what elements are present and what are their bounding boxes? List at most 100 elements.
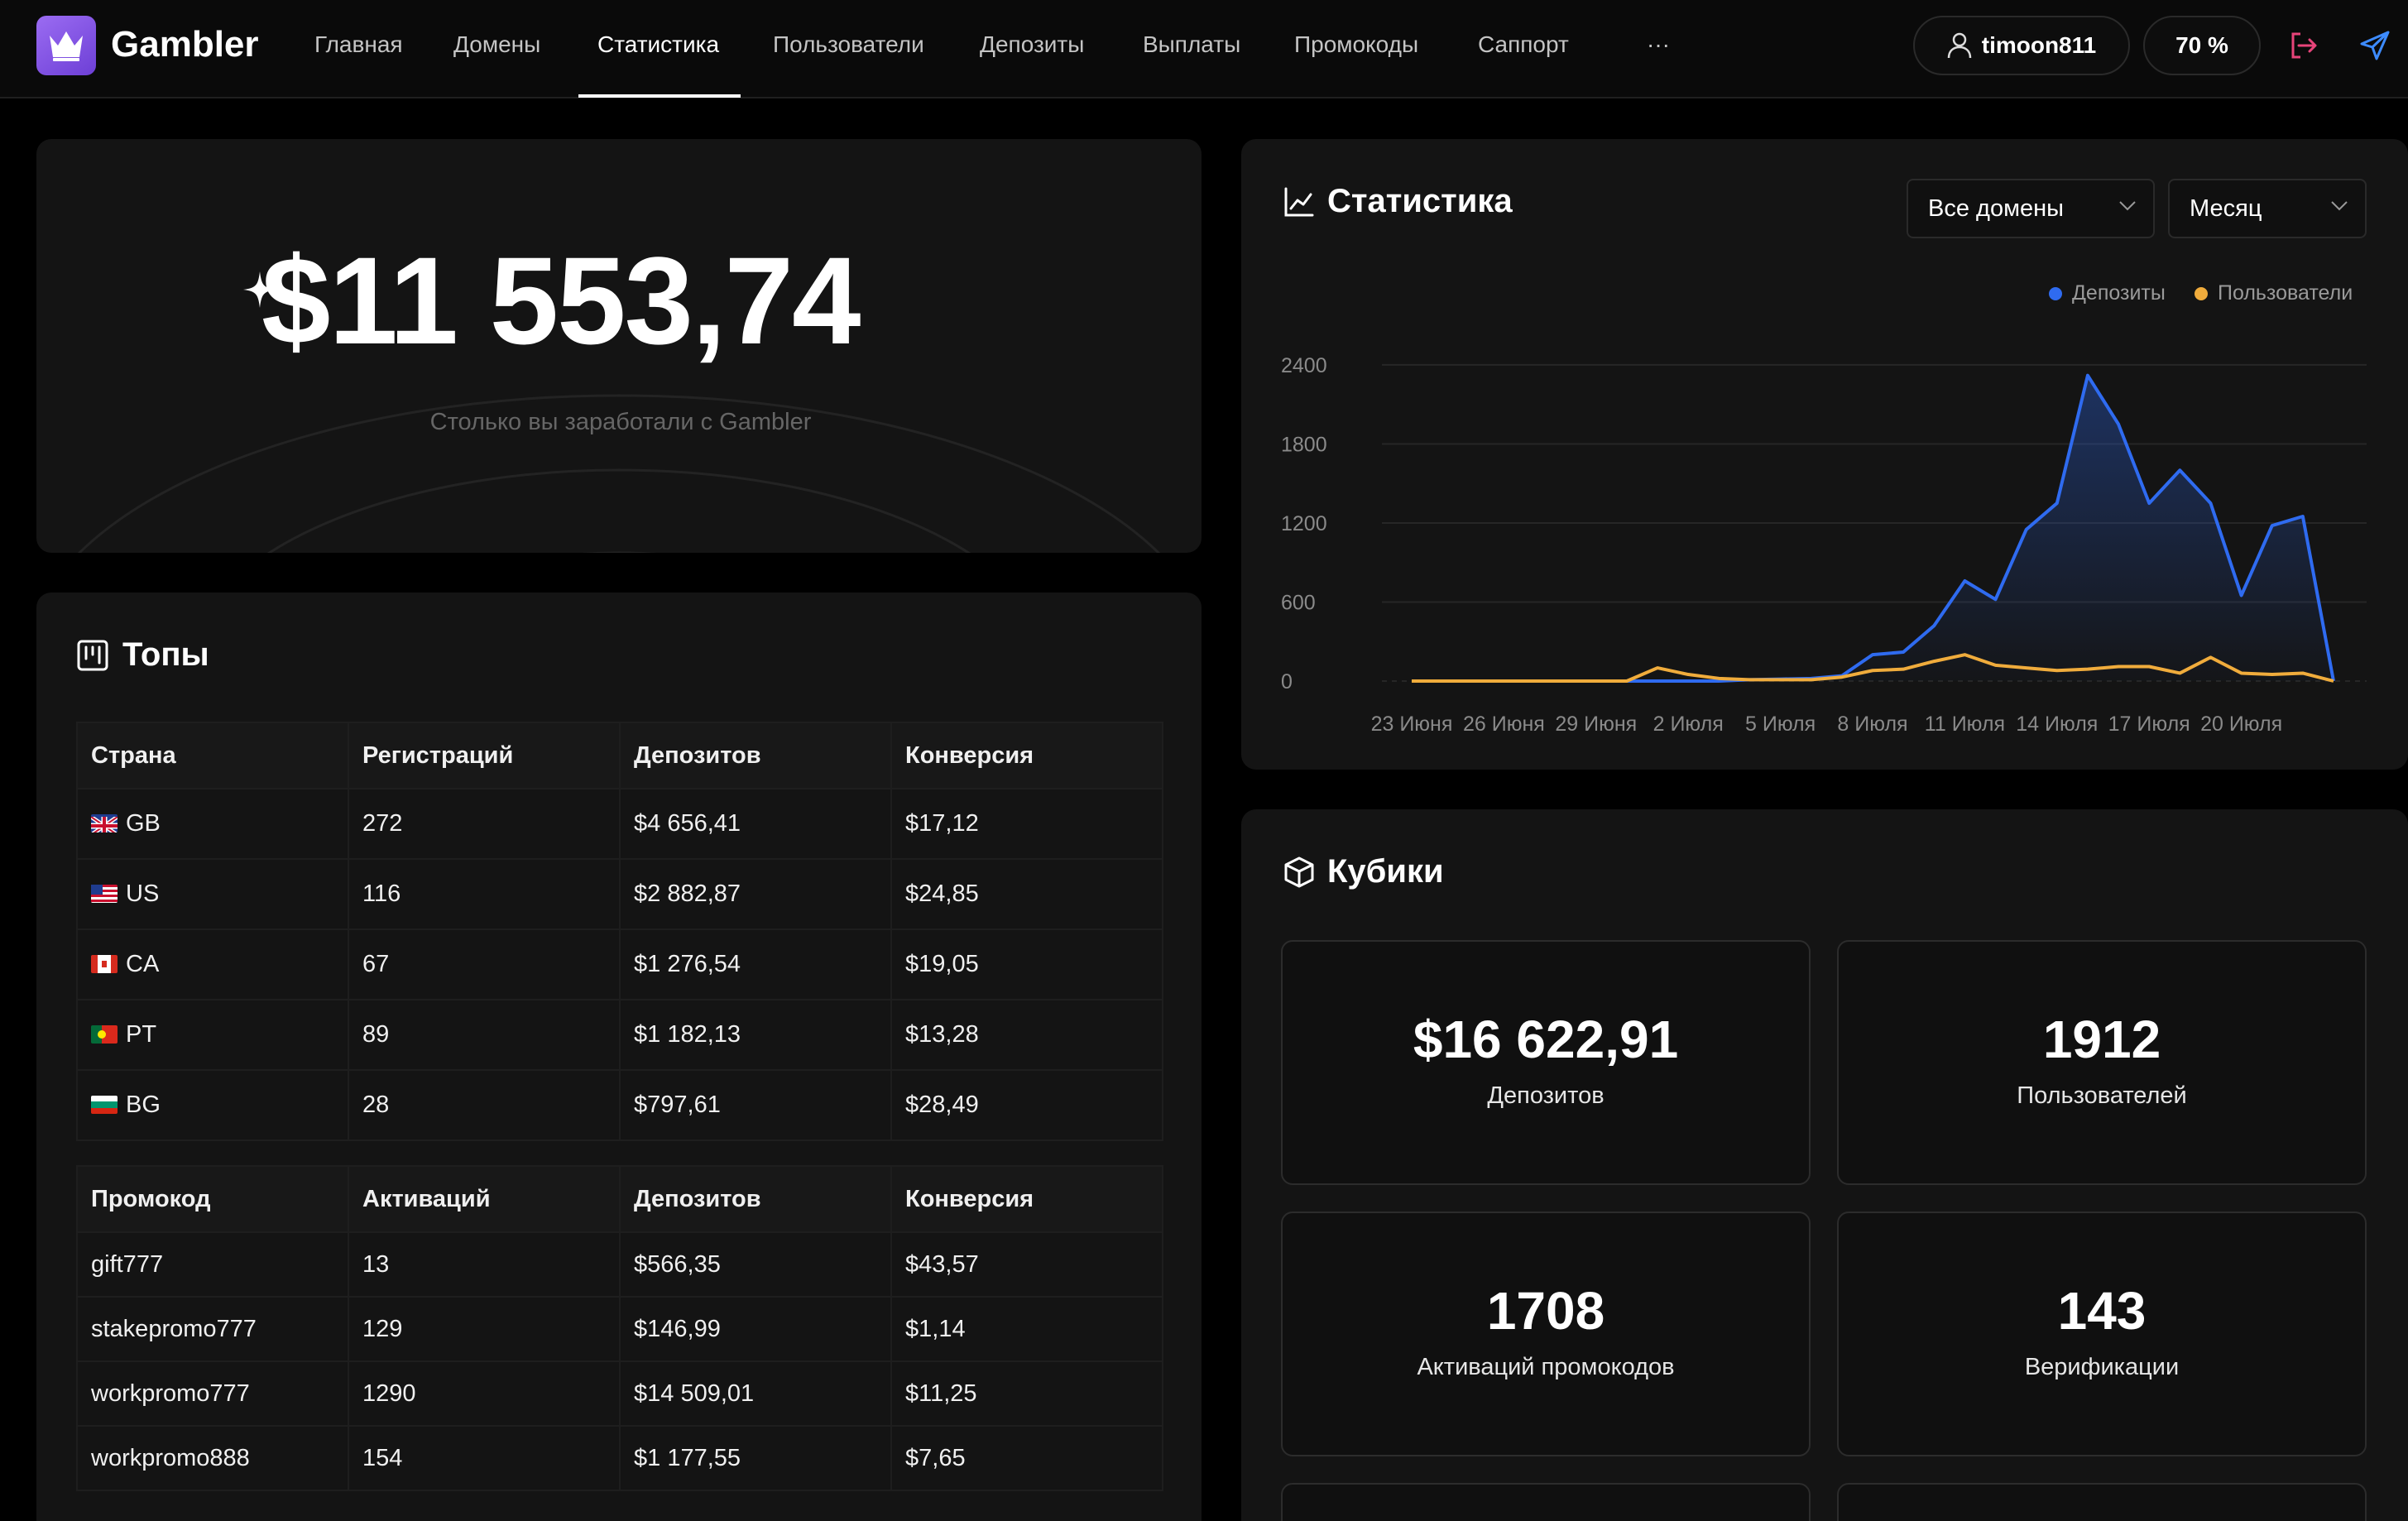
period-select-value: Месяц [2190,195,2262,222]
x-tick-label: 11 Июля [1925,713,2005,736]
nav-item-promocodes[interactable]: Промокоды [1294,28,1418,61]
portugal-flag-icon [91,1025,118,1044]
table-header-row: Страна Регистраций Депозитов Конверсия [76,722,1163,789]
statistics-line-chart[interactable]: 0 600 1200 1800 2400 23 Июня 26 Июня 29 Июня 2 И… [1241,314,2408,745]
conversion-cell: $19,05 [890,928,1163,1000]
nav-item-payouts[interactable]: Выплаты [1143,28,1240,61]
column-header: Страна [76,722,349,789]
y-tick-label: 600 [1281,591,1316,614]
table-row[interactable]: BG 28 $797,61 $28,49 [76,1069,1163,1141]
promocodes-table: Промокод Активаций Депозитов Конверсия g… [76,1165,1163,1491]
promocode-cell: gift777 [76,1231,349,1298]
nav-item-users[interactable]: Пользователи [773,28,924,61]
legend-color-dot [2049,286,2062,300]
period-select[interactable]: Месяц [2168,179,2367,238]
active-tab-indicator [578,94,741,98]
uk-flag-icon [91,814,118,832]
top-navbar: Gambler Главная Домены Статистика Пользо… [0,0,2408,98]
promocode-cell: workpromo888 [76,1425,349,1491]
cube-value: $16 622,91 [1413,1010,1679,1069]
registrations-cell: 272 [348,788,621,860]
cube-verifications: 143 Верификации [1837,1212,2367,1456]
y-tick-label: 1800 [1281,433,1327,456]
user-profile-button[interactable]: timoon811 [1913,16,2130,75]
deposits-cell: $2 882,87 [619,858,892,930]
deposits-cell: $1 276,54 [619,928,892,1000]
series-area-deposits [1412,375,2334,681]
activations-cell: 154 [348,1425,621,1491]
domain-select[interactable]: Все домены [1907,179,2155,238]
legend-color-dot [2195,286,2208,300]
conversion-cell: $43,57 [890,1231,1163,1298]
table-row[interactable]: workpromo777 1290 $14 509,01 $11,25 [76,1360,1163,1427]
nav-item-home[interactable]: Главная [314,28,403,61]
deposits-cell: $14 509,01 [619,1360,892,1427]
table-row[interactable]: gift777 13 $566,35 $43,57 [76,1231,1163,1298]
cube-deposits: $16 622,91 Депозитов [1281,940,1811,1185]
app-name[interactable]: Gambler [111,22,259,68]
canada-flag-icon [91,955,118,973]
table-row[interactable]: US 116 $2 882,87 $24,85 [76,858,1163,930]
x-tick-label: 17 Июля [2108,713,2190,736]
country-code: US [126,880,160,907]
percent-value: 70 % [2175,32,2228,58]
y-tick-label: 1200 [1281,512,1327,535]
countries-table: Страна Регистраций Депозитов Конверсия G… [76,722,1163,1141]
us-flag-icon [91,885,118,903]
cube-icon [1284,856,1314,888]
cube-promo-activations: 1708 Активаций промокодов [1281,1212,1811,1456]
x-tick-label: 5 Июля [1745,713,1816,736]
country-code: PT [126,1021,157,1048]
cube-label: Пользователей [2017,1082,2187,1109]
nav-item-deposits[interactable]: Депозиты [980,28,1084,61]
chevron-down-icon [2119,201,2136,211]
deposits-cell: $566,35 [619,1231,892,1298]
table-row[interactable]: stakepromo777 129 $146,99 $1,14 [76,1296,1163,1362]
chevron-down-icon [2331,201,2348,211]
activations-cell: 13 [348,1231,621,1298]
x-tick-label: 26 Июня [1463,713,1545,736]
domain-select-value: Все домены [1928,195,2065,222]
promocode-cell: workpromo777 [76,1360,349,1427]
table-row[interactable]: PT 89 $1 182,13 $13,28 [76,999,1163,1071]
cube-label: Верификации [2024,1354,2180,1380]
telegram-send-icon[interactable] [2358,29,2391,62]
cube-partial [1281,1483,1811,1521]
activations-cell: 1290 [348,1360,621,1427]
crown-logo-icon[interactable] [36,16,96,75]
statistics-title: Статистика [1327,183,1513,219]
x-tick-label: 23 Июня [1371,713,1453,736]
line-chart-icon [1284,187,1314,217]
table-row[interactable]: workpromo888 154 $1 177,55 $7,65 [76,1425,1163,1491]
legend-deposits[interactable]: Депозиты [2049,281,2166,305]
activations-cell: 129 [348,1296,621,1362]
nav-item-domains[interactable]: Домены [453,28,540,61]
x-tick-label: 29 Июня [1555,713,1637,736]
column-header: Регистраций [348,722,621,789]
logout-icon[interactable] [2287,29,2320,62]
deposits-cell: $4 656,41 [619,788,892,860]
y-tick-label: 2400 [1281,354,1327,377]
bulgaria-flag-icon [91,1096,118,1114]
table-row[interactable]: GB 272 $4 656,41 $17,12 [76,788,1163,860]
country-code: GB [126,810,161,837]
table-header-row: Промокод Активаций Депозитов Конверсия [76,1165,1163,1233]
registrations-cell: 67 [348,928,621,1000]
cube-label: Активаций промокодов [1417,1354,1675,1380]
table-row[interactable]: CA 67 $1 276,54 $19,05 [76,928,1163,1000]
conversion-cell: $7,65 [890,1425,1163,1491]
nav-item-support[interactable]: Саппорт [1478,28,1569,61]
conversion-cell: $13,28 [890,999,1163,1071]
cube-partial [1837,1483,2367,1521]
conversion-cell: $28,49 [890,1069,1163,1141]
country-code: CA [126,951,160,977]
cube-value: 143 [2057,1281,2147,1341]
earnings-subtitle: Столько вы заработали с Gambler [429,409,812,435]
more-menu-button[interactable]: ··· [1647,28,1670,61]
deposits-cell: $797,61 [619,1069,892,1141]
conversion-cell: $17,12 [890,788,1163,860]
nav-item-statistics[interactable]: Статистика [597,28,719,61]
percent-badge[interactable]: 70 % [2143,16,2261,75]
username: timoon811 [1981,32,2097,58]
legend-users[interactable]: Пользователи [2195,281,2353,305]
